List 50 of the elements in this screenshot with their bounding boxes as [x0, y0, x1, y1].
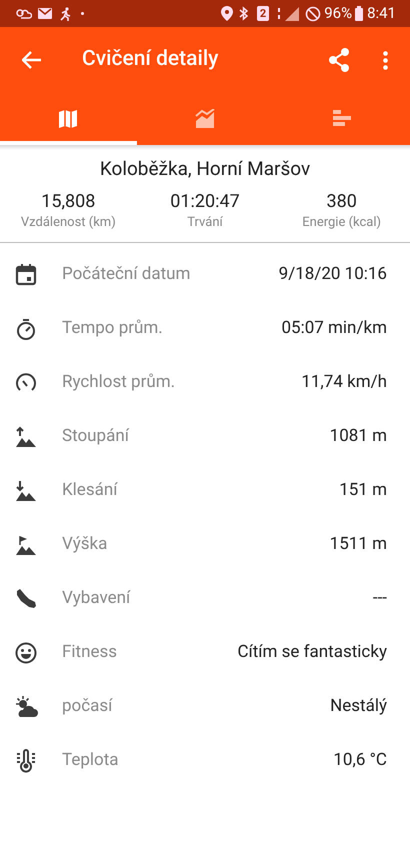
detail-label: Tempo prům. — [62, 316, 163, 340]
detail-value: 05:07 min/km — [281, 316, 387, 340]
stat-value: 15,808 — [41, 190, 96, 214]
detail-value: 1511 m — [330, 532, 387, 556]
battery-percent: 96% — [324, 3, 352, 24]
detail-label: Vybavení — [62, 586, 130, 610]
runner-icon — [59, 6, 71, 20]
weather-icon — [14, 6, 32, 20]
detail-label: Klesání — [62, 478, 118, 502]
location-icon — [220, 6, 233, 21]
mountain-down-arrow-icon — [14, 478, 38, 502]
smiley-icon — [14, 640, 38, 664]
stat-value: 380 — [326, 190, 357, 214]
detail-label: Teplota — [62, 748, 119, 772]
detail-label: Počáteční datum — [62, 262, 190, 286]
detail-value: Cítím se fantasticky — [237, 640, 387, 664]
more-options-button[interactable] — [380, 49, 390, 71]
area-chart-icon — [194, 109, 215, 129]
share-button[interactable] — [326, 47, 352, 73]
stat-label: Energie (kcal) — [302, 214, 382, 232]
detail-value: Nestálý — [330, 694, 387, 718]
detail-value: 9/18/20 10:16 — [278, 262, 387, 286]
stat-label: Vzdálenost (km) — [20, 214, 116, 232]
detail-label: Výška — [62, 532, 108, 556]
battery-icon — [355, 6, 364, 21]
stopwatch-icon — [14, 316, 38, 340]
map-icon — [58, 109, 78, 129]
thermometer-icon — [14, 748, 38, 772]
sun-cloud-icon — [14, 694, 38, 718]
clock: 8:41 — [367, 3, 396, 24]
calendar-icon — [14, 262, 38, 286]
detail-value: 1081 m — [330, 424, 387, 448]
detail-value: 151 m — [339, 478, 387, 502]
detail-label: Stoupání — [62, 424, 129, 448]
activity-title: Koloběžka, Horní Maršov — [98, 156, 312, 182]
stat-value: 01:20:47 — [170, 190, 240, 214]
sim-badge: 2 — [256, 6, 270, 21]
detail-value: 10,6 °C — [333, 748, 387, 772]
mail-icon — [38, 8, 52, 19]
screen-title: Cvičení detaily — [82, 46, 220, 74]
bluetooth-icon — [238, 6, 249, 21]
bar-list-icon — [332, 109, 352, 129]
detail-value: --- — [372, 586, 387, 610]
detail-value: 11,74 km/h — [301, 370, 387, 394]
detail-label: Rychlost prům. — [62, 370, 176, 394]
blocked-icon — [305, 6, 322, 22]
detail-label: Fitness — [62, 640, 118, 664]
mountain-up-arrow-icon — [14, 424, 38, 448]
detail-label: počasí — [62, 694, 112, 718]
stat-label: Trvání — [187, 214, 223, 232]
